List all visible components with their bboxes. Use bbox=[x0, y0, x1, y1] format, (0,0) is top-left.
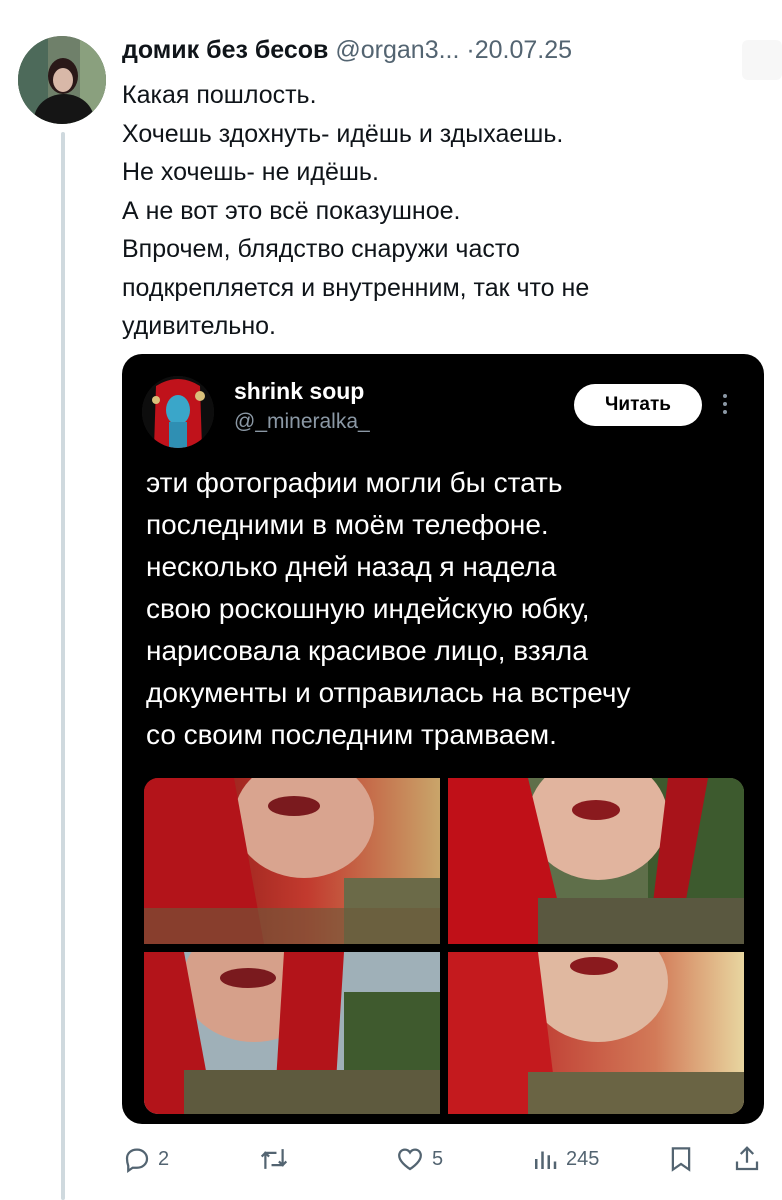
author-name[interactable]: домик без бесов bbox=[122, 36, 328, 64]
author-handle[interactable]: @organ3... bbox=[335, 36, 459, 64]
tweet-line: Хочешь здохнуть- идёшь и здыхаешь. bbox=[122, 119, 564, 148]
like-count: 5 bbox=[432, 1147, 444, 1170]
tweet-line: подкрепляется и внутренним, так что не bbox=[122, 273, 590, 302]
quoted-line: последними в моём телефоне. bbox=[146, 509, 549, 540]
author-avatar[interactable] bbox=[18, 36, 106, 124]
like-button[interactable]: 5 bbox=[394, 1136, 443, 1182]
tweet-line: Впрочем, блядство снаружи часто bbox=[122, 235, 520, 263]
tweet-line: удивительно. bbox=[122, 312, 276, 340]
quoted-line: нарисовала красивое лицо, взяла bbox=[146, 635, 588, 666]
tweet-line: Не хочешь- не идёшь. bbox=[122, 158, 379, 186]
reply-button[interactable]: 2 bbox=[122, 1136, 169, 1182]
quoted-line: эти фотографии могли бы стать bbox=[146, 467, 563, 498]
views-button[interactable]: 245 bbox=[530, 1136, 599, 1182]
like-icon bbox=[394, 1144, 426, 1174]
share-button[interactable] bbox=[732, 1136, 762, 1182]
quoted-author-handle[interactable]: @_mineralka_ bbox=[234, 410, 370, 434]
share-icon bbox=[732, 1144, 762, 1174]
bookmark-icon bbox=[666, 1144, 696, 1174]
quoted-line: со своим последним трамваем. bbox=[146, 719, 557, 750]
photo-1[interactable] bbox=[144, 778, 440, 944]
quoted-line: несколько дней назад я надела bbox=[146, 551, 557, 582]
reply-icon bbox=[122, 1144, 152, 1174]
tweet-text: Какая пошлость. Хочешь здохнуть- идёшь и… bbox=[122, 76, 762, 346]
photo-grid bbox=[144, 778, 744, 1114]
retweet-button[interactable] bbox=[258, 1136, 296, 1182]
views-count: 245 bbox=[566, 1147, 600, 1170]
photo-2[interactable] bbox=[448, 778, 744, 944]
quoted-avatar[interactable] bbox=[142, 376, 214, 448]
bookmark-button[interactable] bbox=[666, 1136, 696, 1182]
quoted-text: эти фотографии могли бы стать последними… bbox=[146, 462, 746, 756]
action-bar: 2 5 245 bbox=[0, 1136, 782, 1182]
corner-blur bbox=[742, 40, 782, 80]
photo-4[interactable] bbox=[448, 952, 744, 1114]
reply-count: 2 bbox=[158, 1147, 170, 1170]
quoted-post[interactable]: shrink soup @_mineralka_ Читать эти фото… bbox=[122, 354, 764, 1124]
tweet-line: А не вот это всё показушное. bbox=[122, 196, 461, 225]
quoted-line: свою роскошную индейскую юбку, bbox=[146, 593, 590, 624]
views-icon bbox=[530, 1144, 560, 1174]
separator-dot: · bbox=[466, 36, 475, 64]
read-button[interactable]: Читать bbox=[574, 384, 702, 426]
tweet-line: Какая пошлость. bbox=[122, 81, 317, 109]
quoted-author-name[interactable]: shrink soup bbox=[234, 378, 364, 405]
retweet-icon bbox=[258, 1144, 290, 1174]
thread-line bbox=[61, 132, 65, 1200]
kebab-icon[interactable] bbox=[720, 390, 730, 424]
photo-3[interactable] bbox=[144, 952, 440, 1114]
tweet-header: домик без бесов @organ3... ·20.07.25 bbox=[122, 34, 572, 66]
quoted-line: документы и отправилась на встречу bbox=[146, 677, 631, 708]
tweet-date[interactable]: 20.07.25 bbox=[475, 36, 572, 64]
